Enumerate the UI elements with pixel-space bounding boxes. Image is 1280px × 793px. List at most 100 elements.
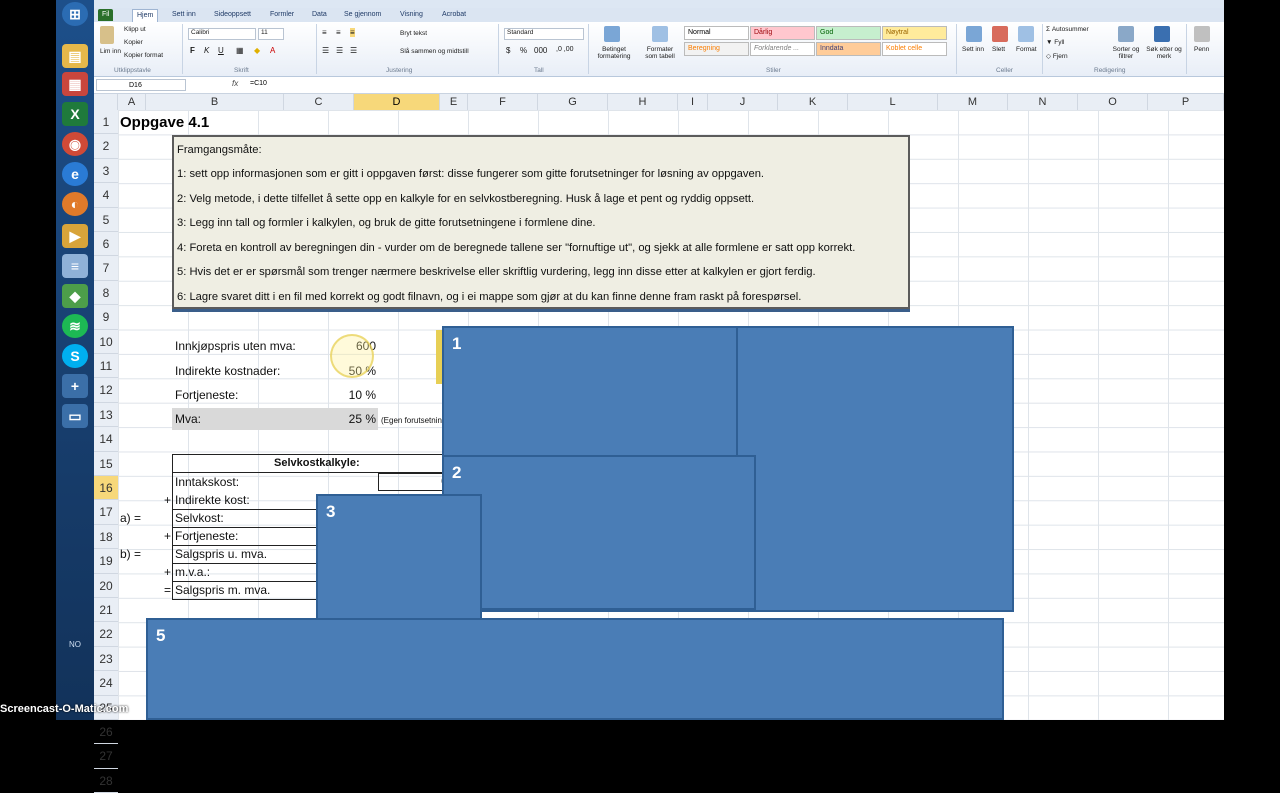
row-header[interactable]: 17 [94,500,118,525]
chrome-icon[interactable]: ◉ [62,132,88,156]
find-select-button[interactable]: Søk etter og merk [1146,46,1182,60]
format-cells-icon[interactable] [1018,26,1034,42]
row-header[interactable]: 11 [94,354,118,379]
column-header[interactable]: M [938,94,1008,110]
screen-icon[interactable]: ▭ [62,404,88,428]
column-header[interactable]: C [284,94,354,110]
row-header[interactable]: 9 [94,305,118,330]
italic-icon[interactable]: K [204,46,209,55]
font-size-select[interactable]: 11 [258,28,284,40]
format-cells-button[interactable]: Format [1016,46,1037,53]
column-header[interactable]: G [538,94,608,110]
row-header[interactable]: 14 [94,427,118,452]
kalkyle-label[interactable]: Salgspris u. mva. [175,547,267,561]
font-color-icon[interactable]: A [270,46,275,55]
kalkyle-label[interactable]: Fortjeneste: [175,529,238,543]
kalkyle-label[interactable]: m.v.a.: [175,565,210,579]
input-label[interactable]: Fortjeneste: [175,388,238,402]
copy-button[interactable]: Kopier [124,39,143,46]
row-header[interactable]: 10 [94,330,118,354]
clear-button[interactable]: ◇ Fjern [1046,52,1068,60]
row-header-selected[interactable]: 16 [94,476,118,501]
pen-button[interactable]: Penn [1194,46,1209,53]
align-left-icon[interactable]: ☰ [322,46,329,55]
tab-file[interactable]: Fil [98,9,114,21]
instructions-textbox[interactable]: Framgangsmåte: 1: sett opp informasjonen… [172,135,910,309]
fill-button[interactable]: ▼ Fyll [1046,39,1064,46]
column-header[interactable]: B [146,94,284,110]
tab-formulas[interactable]: Formler [266,9,298,21]
calendar-icon[interactable]: ▦ [62,72,88,96]
column-header[interactable]: J [708,94,778,110]
row-header[interactable]: 3 [94,159,118,184]
tab-review[interactable]: Se gjennom [340,9,385,21]
borders-icon[interactable]: ▦ [236,46,244,55]
app-icon[interactable]: ◆ [62,284,88,308]
merge-center-button[interactable]: Slå sammen og midtstill [400,48,469,55]
align-top-icon[interactable]: ≡ [322,28,327,37]
cut-button[interactable]: Klipp ut [124,26,146,33]
paste-icon[interactable] [100,26,114,44]
tab-insert[interactable]: Sett inn [168,9,200,21]
style-bad[interactable]: Dårlig [750,26,815,40]
insert-cells-button[interactable]: Sett inn [962,46,984,53]
style-good[interactable]: God [816,26,881,40]
style-input[interactable]: Inndata [816,42,881,56]
style-explanatory[interactable]: Forklarende ... [750,42,815,56]
underline-icon[interactable]: U [218,46,224,55]
row-header[interactable]: 2 [94,134,118,159]
row-header[interactable]: 19 [94,549,118,574]
explorer-icon[interactable]: ▤ [62,44,88,68]
input-label[interactable]: Innkjøpspris uten mva: [175,339,296,353]
column-header[interactable]: P [1148,94,1224,110]
autosum-button[interactable]: Σ Autosummer [1046,26,1089,33]
notes-icon[interactable]: ≡ [62,254,88,278]
firefox-icon[interactable]: ◐ [62,192,88,216]
delete-cells-icon[interactable] [992,26,1008,42]
input-label[interactable]: Indirekte kostnader: [175,364,280,378]
tab-view[interactable]: Visning [396,9,427,21]
skype-icon[interactable]: S [62,344,88,368]
row-header[interactable]: 4 [94,183,118,208]
row-header[interactable]: 20 [94,574,118,598]
excel-icon[interactable]: X [62,102,88,126]
style-neutral[interactable]: Nøytral [882,26,947,40]
row-header[interactable]: 1 [94,110,118,135]
kalkyle-label[interactable]: Salgspris m. mva. [175,583,270,597]
pen-icon[interactable] [1194,26,1210,42]
kalkyle-label[interactable]: Inntakskost: [175,475,239,489]
row-header[interactable]: 22 [94,622,118,647]
row-header[interactable]: 21 [94,598,118,623]
column-header[interactable]: H [608,94,678,110]
number-format-select[interactable]: Standard [504,28,584,40]
column-header[interactable]: I [678,94,708,110]
input-note[interactable]: (Egen forutsetning) [381,416,449,425]
fill-color-icon[interactable]: ◆ [254,46,260,55]
bold-icon[interactable]: F [190,46,195,55]
tab-acrobat[interactable]: Acrobat [438,9,470,21]
row-header[interactable]: 5 [94,208,118,232]
align-center-icon[interactable]: ☰ [336,46,343,55]
name-box[interactable]: D16 [96,79,186,91]
decimal-icon[interactable]: ,0 ,00 [556,46,574,53]
kalkyle-label[interactable]: Indirekte kost: [175,493,250,507]
sort-filter-button[interactable]: Sorter og filtrer [1108,46,1144,60]
column-header[interactable]: A [118,94,146,110]
wrap-text-button[interactable]: Bryt tekst [400,30,427,37]
format-table-icon[interactable] [652,26,668,42]
sheet-title[interactable]: Oppgave 4.1 [120,114,209,131]
delete-cells-button[interactable]: Slett [992,46,1005,53]
sort-filter-icon[interactable] [1118,26,1134,42]
input-value[interactable]: 25 % [308,412,376,426]
row-header[interactable]: 12 [94,378,118,403]
input-value[interactable]: 10 % [308,388,376,402]
column-header[interactable]: E [440,94,468,110]
comma-icon[interactable]: 000 [534,46,547,55]
windows-orb-icon[interactable]: ⊞ [62,2,88,26]
fx-icon[interactable]: fx [232,79,238,88]
find-select-icon[interactable] [1154,26,1170,42]
format-painter-button[interactable]: Kopier format [124,52,163,59]
style-calculation[interactable]: Beregning [684,42,749,56]
formula-input[interactable]: =C10 [250,80,267,87]
conditional-format-icon[interactable] [604,26,620,42]
